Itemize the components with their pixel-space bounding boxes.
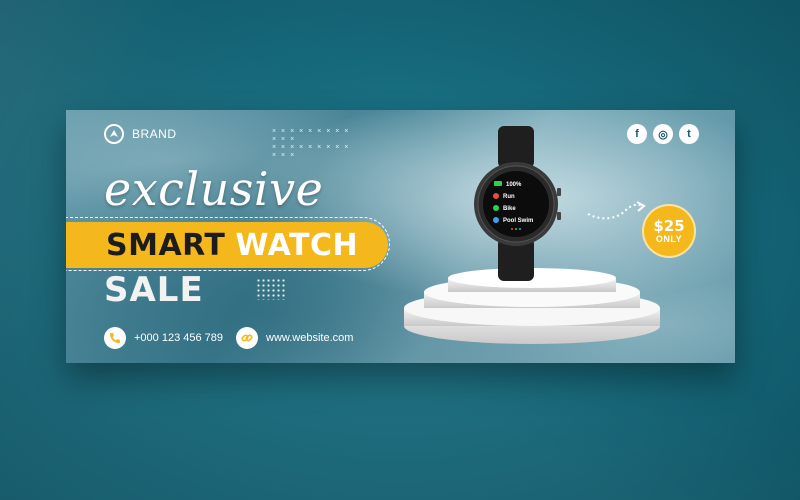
instagram-icon[interactable]: ◎ — [653, 124, 673, 144]
headline-sale: SALE — [104, 270, 204, 310]
brand-name: BRAND — [132, 127, 177, 141]
website-url: www.website.com — [266, 332, 354, 344]
facebook-icon[interactable]: f — [627, 124, 647, 144]
headline-pill: SMART WATCH — [66, 217, 390, 271]
x-pattern-decoration: × × × × × × × × × × × × × × × × × × × × ×… — [272, 128, 350, 159]
price-value: $25 — [653, 216, 685, 235]
phone-contact[interactable]: +000 123 456 789 — [104, 327, 223, 349]
watch-item-bike: Bike — [503, 206, 516, 212]
watch-battery: 100% — [506, 182, 522, 188]
watch-item-run: Run — [503, 194, 515, 200]
pill-dashed-outline — [66, 217, 390, 271]
social-links: f ◎ t — [627, 124, 699, 144]
headline-script: exclusive — [104, 162, 324, 216]
brand[interactable]: BRAND — [104, 124, 177, 144]
watch-item-pool-swim: Pool Swim — [503, 218, 533, 224]
price-badge: $25 ONLY — [642, 204, 696, 258]
twitter-icon[interactable]: t — [679, 124, 699, 144]
phone-number: +000 123 456 789 — [134, 332, 224, 344]
promo-banner: BRAND × × × × × × × × × × × × × × × × × ×… — [66, 110, 735, 363]
website-contact[interactable]: www.website.com — [236, 327, 353, 349]
dotted-arrow-icon — [587, 201, 646, 220]
phone-icon — [104, 327, 126, 349]
brand-logo-icon — [104, 124, 124, 144]
link-icon — [236, 327, 258, 349]
podium-image — [404, 268, 660, 344]
smartwatch-image: 100% Run Bike Pool Swim — [474, 126, 561, 281]
dot-grid-decoration — [256, 278, 286, 300]
price-label: ONLY — [655, 233, 683, 244]
